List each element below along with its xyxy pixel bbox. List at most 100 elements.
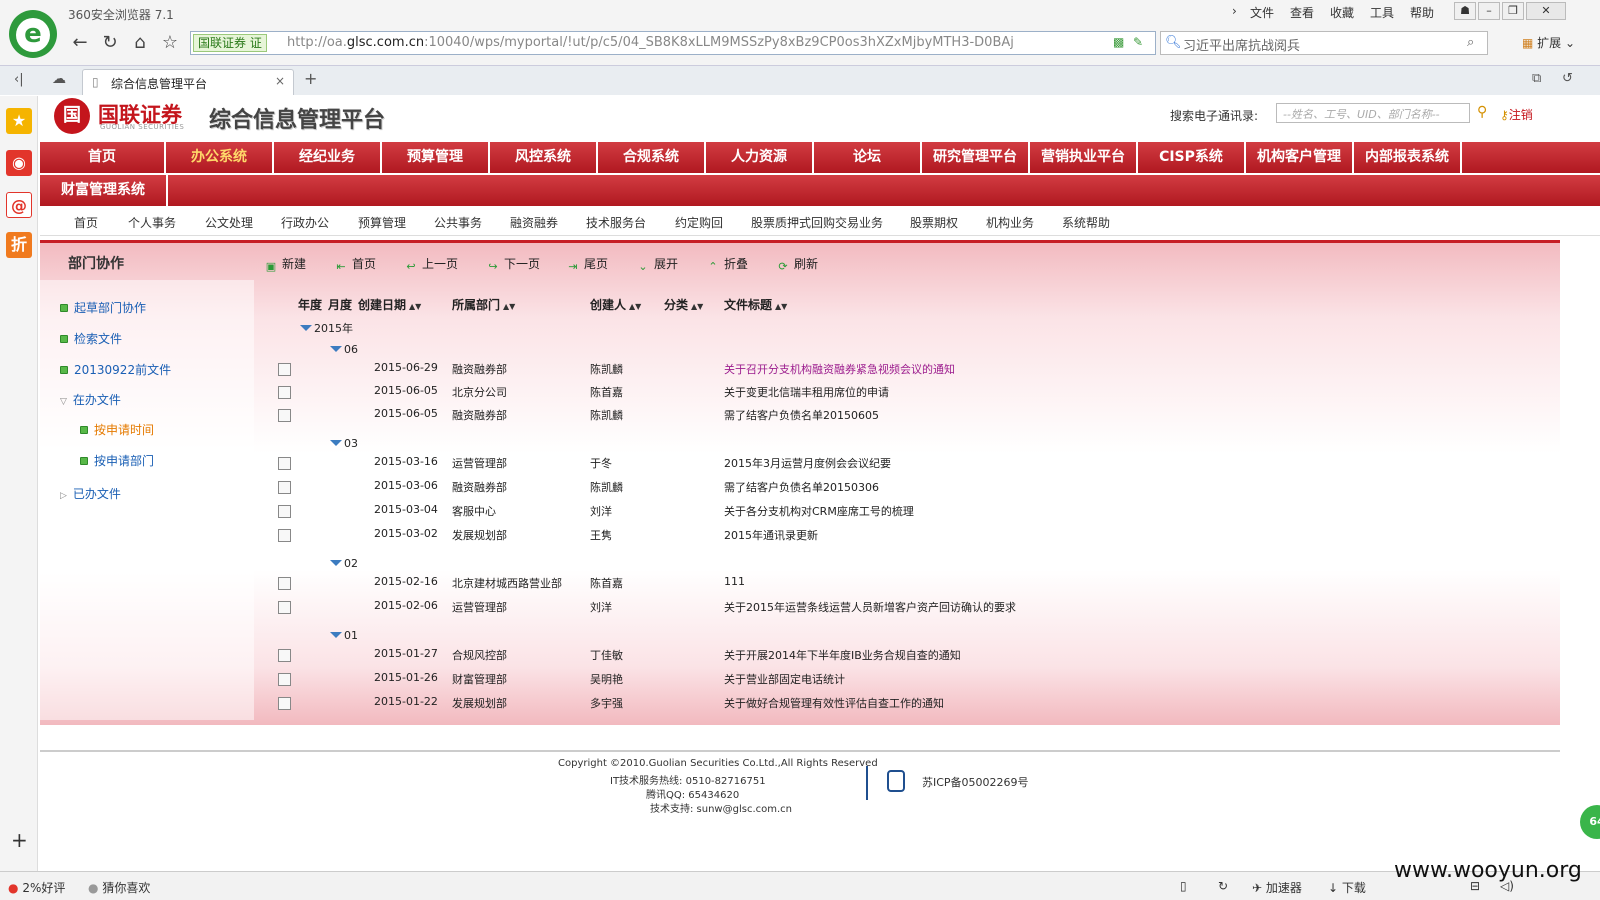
cell-title-link[interactable]: 需了结客户负债名单20150306	[724, 479, 879, 495]
icp-text[interactable]: 苏ICP备05002269号	[922, 774, 1029, 790]
discount-icon[interactable]: 折	[6, 232, 32, 258]
sub-nav-documents[interactable]: 公文处理	[205, 214, 253, 231]
home-icon[interactable]: ⌂	[127, 30, 153, 56]
restore-tab-icon[interactable]: ⧉	[1532, 71, 1541, 86]
add-sidebar-icon[interactable]: +	[11, 828, 28, 852]
sub-nav-personal[interactable]: 个人事务	[128, 214, 176, 231]
main-nav-cisp[interactable]: CISP系统	[1138, 142, 1246, 173]
main-nav-wealth[interactable]: 财富管理系统	[40, 175, 168, 206]
cell-title-link[interactable]: 关于变更北信瑞丰租用席位的申请	[724, 384, 889, 400]
sort-icon[interactable]: ▲▼	[503, 302, 515, 311]
tree-item-search[interactable]: 检索文件	[60, 330, 122, 347]
new-tab-icon[interactable]: +	[304, 69, 317, 88]
new-button[interactable]: ▣ 新建	[264, 255, 306, 274]
tree-item-archive[interactable]: 20130922前文件	[60, 361, 171, 378]
browser-search-input[interactable]: 🔍︎ 习近平出席抗战阅兵 ⌕	[1160, 31, 1488, 55]
menu-favorites[interactable]: 收藏	[1330, 4, 1354, 21]
logout-link[interactable]: ⚷注销	[1500, 106, 1533, 123]
month-group[interactable]: 01	[330, 629, 358, 642]
main-nav-brokerage[interactable]: 经纪业务	[274, 142, 382, 173]
directory-search-input[interactable]: --姓名、工号、UID、部门名称--	[1276, 103, 1470, 123]
next-page-button[interactable]: ↪ 下一页	[486, 255, 540, 274]
cloud-icon[interactable]: ☁	[52, 71, 66, 87]
main-nav-budget[interactable]: 预算管理	[382, 142, 490, 173]
minimize-button[interactable]: –	[1478, 2, 1500, 20]
main-nav-institutional[interactable]: 机构客户管理	[1246, 142, 1354, 173]
col-creator[interactable]: 创建人 ▲▼	[590, 296, 641, 313]
row-checkbox[interactable]	[278, 649, 291, 662]
row-checkbox[interactable]	[278, 457, 291, 470]
main-nav-forum[interactable]: 论坛	[814, 142, 922, 173]
cell-title-link[interactable]: 关于2015年运营条线运营人员新增客户资产回访确认的要求	[724, 599, 1016, 615]
sub-nav-options[interactable]: 股票期权	[910, 214, 958, 231]
row-checkbox[interactable]	[278, 697, 291, 710]
cell-title-link[interactable]: 关于开展2014年下半年度IB业务合规自查的通知	[724, 647, 961, 663]
cell-title-link[interactable]: 关于营业部固定电话统计	[724, 671, 845, 687]
table-row[interactable]: 2015-02-06 运营管理部 刘洋 关于2015年运营条线运营人员新增客户资产回访…	[254, 596, 1560, 618]
month-group[interactable]: 03	[330, 437, 358, 450]
cell-title-link[interactable]: 111	[724, 575, 745, 588]
back-icon[interactable]: ←	[67, 30, 93, 56]
row-checkbox[interactable]	[278, 386, 291, 399]
ie-icon[interactable]: ↻	[1218, 879, 1228, 893]
menu-help[interactable]: 帮助	[1410, 4, 1434, 21]
support-email[interactable]: 技术支持: sunw@glsc.com.cn	[650, 800, 792, 815]
security-icon[interactable]: ▩	[1113, 35, 1124, 49]
table-row[interactable]: 2015-02-16 北京建材城西路营业部 陈首嘉 111	[254, 572, 1560, 594]
cell-title-link[interactable]: 2015年3月运营月度例会会议纪要	[724, 455, 891, 471]
table-row[interactable]: 2015-06-05 北京分公司 陈首嘉 关于变更北信瑞丰租用席位的申请	[254, 381, 1560, 403]
menu-tools[interactable]: 工具	[1370, 4, 1394, 21]
rating-link[interactable]: ● 2%好评	[8, 879, 65, 896]
table-row[interactable]: 2015-01-22 发展规划部 多宇强 关于做好合规管理有效性评估自查工作的通知	[254, 692, 1560, 714]
row-checkbox[interactable]	[278, 505, 291, 518]
site-badge[interactable]: 国联证券 证	[193, 34, 267, 52]
menu-chevron-icon[interactable]: ›	[1232, 4, 1237, 18]
row-checkbox[interactable]	[278, 673, 291, 686]
accelerator-button[interactable]: ✈ 加速器	[1252, 879, 1302, 896]
table-row[interactable]: 2015-03-02 发展规划部 王隽 2015年通讯录更新	[254, 524, 1560, 546]
col-year[interactable]: 年度	[298, 296, 322, 313]
address-bar[interactable]: 国联证券 证 http://oa.glsc.com.cn:10040/wps/m…	[190, 31, 1156, 55]
col-month[interactable]: 月度	[328, 296, 352, 313]
sub-nav-public[interactable]: 公共事务	[434, 214, 482, 231]
expand-button[interactable]: ⌄ 展开	[636, 255, 678, 274]
bookmark-star-icon[interactable]: ☆	[157, 30, 183, 56]
prev-page-button[interactable]: ↩ 上一页	[404, 255, 458, 274]
table-row[interactable]: 2015-06-05 融资融券部 陈凯麟 需了结客户负债名单20150605	[254, 404, 1560, 426]
tab-active[interactable]: ▯ 综合信息管理平台 ×	[82, 69, 294, 95]
tree-item-by-dept[interactable]: 按申请部门	[80, 452, 154, 469]
month-group[interactable]: 02	[330, 557, 358, 570]
col-dept[interactable]: 所属部门 ▲▼	[452, 296, 515, 313]
close-tab-icon[interactable]: ×	[275, 74, 285, 88]
main-nav-home[interactable]: 首页	[40, 142, 166, 173]
sub-nav-help[interactable]: 系统帮助	[1062, 214, 1110, 231]
main-nav-research[interactable]: 研究管理平台	[922, 142, 1030, 173]
table-row[interactable]: 2015-03-04 客服中心 刘洋 关于各分支机构对CRM座席工号的梳理	[254, 500, 1560, 522]
main-nav-office[interactable]: 办公系统	[166, 142, 274, 173]
expanded-triangle-icon[interactable]	[330, 440, 342, 446]
last-page-button[interactable]: ⇥ 尾页	[566, 255, 608, 274]
favorites-star-icon[interactable]: ★	[6, 108, 32, 134]
month-group[interactable]: 06	[330, 343, 358, 356]
row-checkbox[interactable]	[278, 577, 291, 590]
table-row[interactable]: 2015-03-16 运营管理部 于冬 2015年3月运营月度例会会议纪要	[254, 452, 1560, 474]
sort-icon[interactable]: ▲▼	[409, 302, 421, 311]
cell-title-link[interactable]: 关于召开分支机构融资融券紧急视频会议的通知	[724, 361, 955, 377]
undo-close-icon[interactable]: ↺	[1562, 71, 1573, 86]
icp-badge-icon[interactable]	[887, 770, 905, 792]
maximize-button[interactable]: ❐	[1502, 2, 1524, 20]
sub-nav-institutional[interactable]: 机构业务	[986, 214, 1034, 231]
menu-file[interactable]: 文件	[1250, 4, 1274, 21]
cell-title-link[interactable]: 2015年通讯录更新	[724, 527, 818, 543]
guess-link[interactable]: ● 猜你喜欢	[88, 879, 150, 896]
table-row[interactable]: 2015-01-26 财富管理部 吴明艳 关于营业部固定电话统计	[254, 668, 1560, 690]
menu-view[interactable]: 查看	[1290, 4, 1314, 21]
main-nav-marketing[interactable]: 营销执业平台	[1030, 142, 1138, 173]
extensions-button[interactable]: ▦ 扩展 ⌄	[1522, 34, 1575, 51]
url-text[interactable]: http://oa.glsc.com.cn:10040/wps/myportal…	[287, 35, 1102, 50]
tree-item-by-time[interactable]: 按申请时间	[80, 421, 154, 438]
main-nav-reports[interactable]: 内部报表系统	[1354, 142, 1462, 173]
table-row[interactable]: 2015-06-29 融资融券部 陈凯麟 关于召开分支机构融资融券紧急视频会议的通知	[254, 358, 1560, 380]
expanded-triangle-icon[interactable]	[330, 560, 342, 566]
mobile-icon[interactable]: ▯	[1180, 879, 1187, 893]
